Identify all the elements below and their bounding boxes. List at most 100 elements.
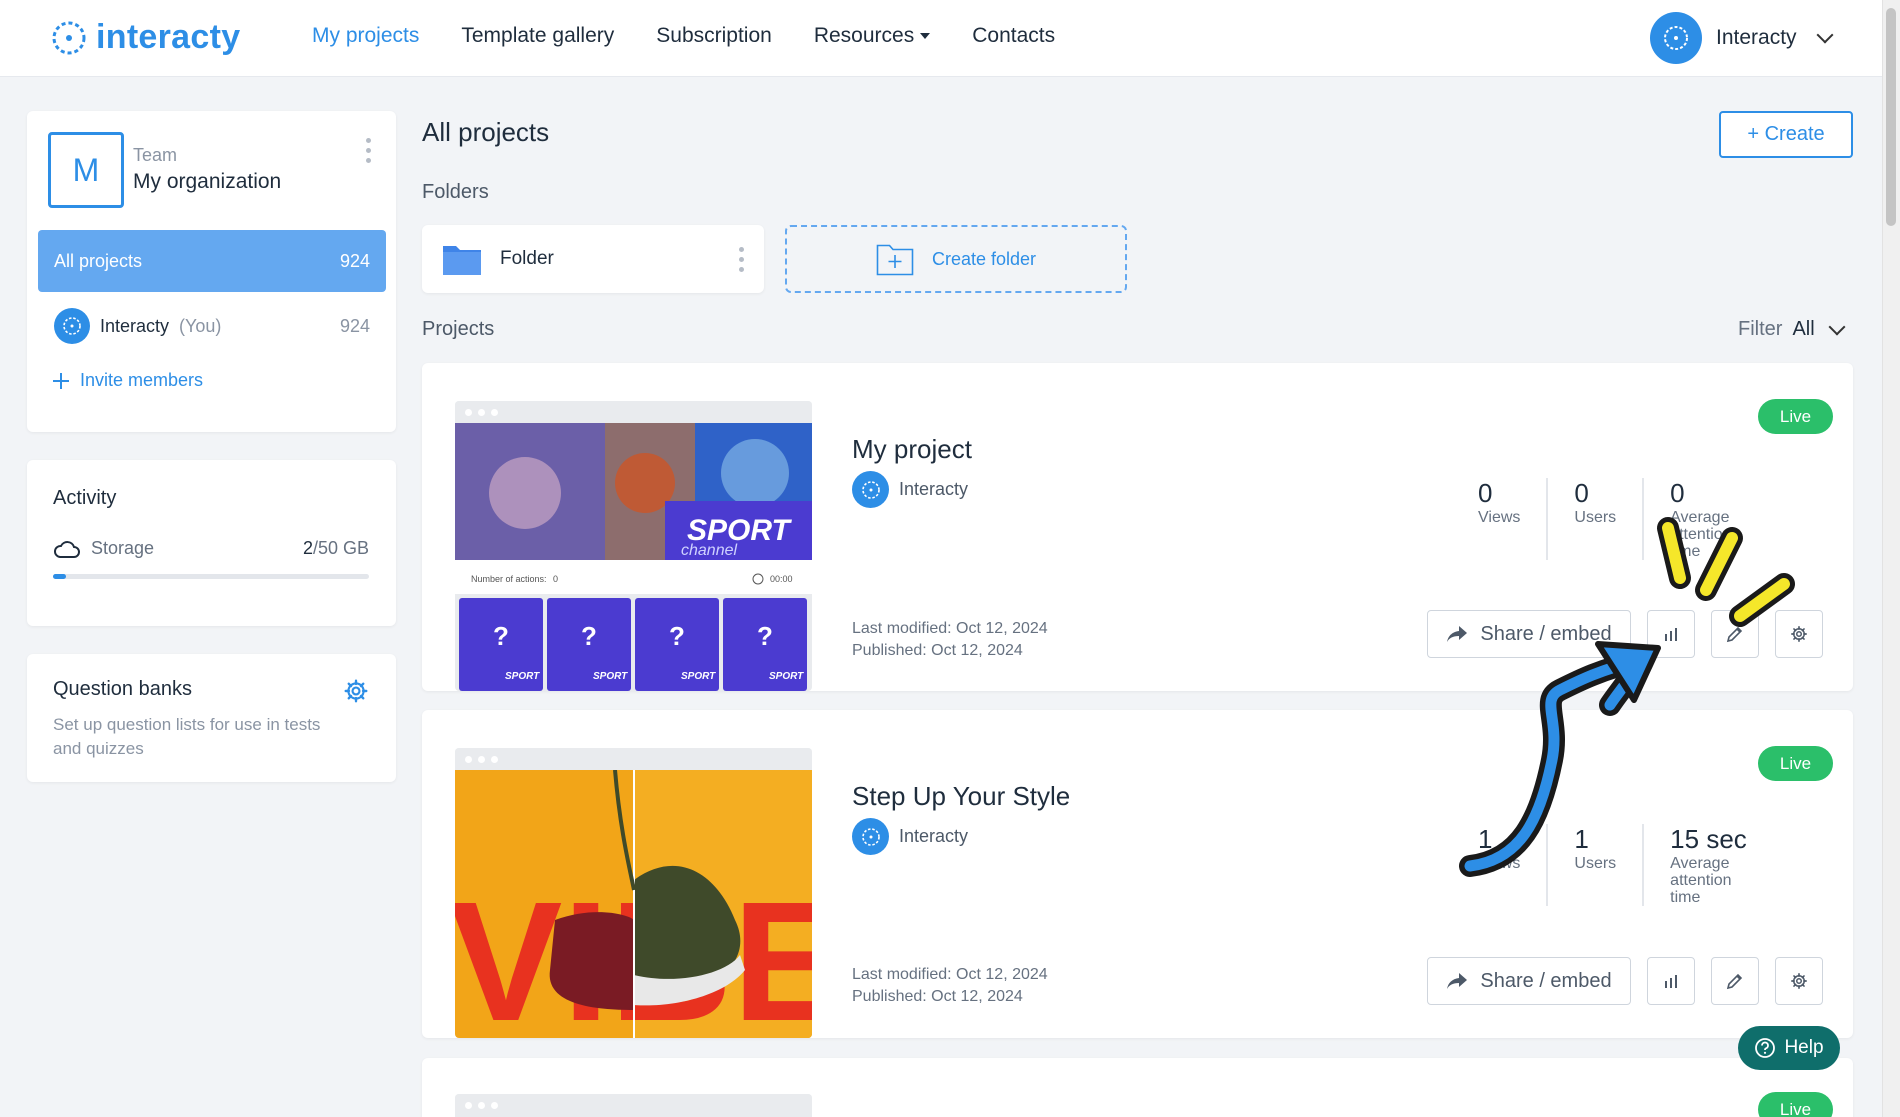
filter-dropdown[interactable]: Filter All [1738,318,1846,341]
thumb-actions-value: 0 [553,574,558,584]
folder-icon [443,246,481,275]
project-owner: Interacty [852,818,968,855]
stat-attention-time: 0 Average attention time [1642,478,1792,560]
stat-label: Average attention time [1670,855,1732,906]
top-header: interacty My projects Template gallery S… [0,0,1882,77]
status-badge: Live [1758,746,1833,781]
nav-my-projects[interactable]: My projects [312,24,419,48]
edit-button[interactable] [1711,610,1759,658]
share-embed-button[interactable]: Share / embed [1427,610,1631,658]
published-date: Published: Oct 12, 2024 [852,988,1023,1005]
question-banks-settings-button[interactable] [343,678,369,709]
avatar-logo-icon [1664,26,1688,50]
stat-users: 0 Users [1546,478,1642,560]
question-circle-icon [1755,1038,1776,1058]
stat-label: Views [1478,509,1521,526]
folder-more-icon[interactable] [739,246,744,272]
stat-attention-time: 15 sec Average attention time [1642,824,1792,906]
owner-avatar [852,818,889,855]
sidebar-item-member[interactable]: Interacty (You) 924 [54,308,370,344]
help-button[interactable]: Help [1738,1026,1840,1070]
invite-label: Invite members [80,370,204,390]
plus-icon [53,372,69,389]
question-banks-title: Question banks [53,678,192,700]
project-settings-button[interactable] [1775,957,1823,1005]
thumb-tiles: ? SPORT? SPORT? SPORT? SPORT [459,598,807,691]
team-name: My organization [133,170,282,193]
project-title[interactable]: My project [852,434,972,465]
nav-template-gallery[interactable]: Template gallery [461,24,614,48]
nav-resources[interactable]: Resources [814,24,931,48]
user-avatar [1650,12,1702,64]
storage-total: /50 GB [312,538,369,558]
sidebar-item-label: All projects [54,250,143,271]
filter-value: All [1792,318,1815,340]
thumbnail-window-bar [455,401,812,423]
share-embed-button[interactable]: Share / embed [1427,957,1631,1005]
statistics-button[interactable] [1647,610,1695,658]
gear-icon [344,679,368,703]
team-more-icon[interactable] [366,138,371,163]
nav-contacts[interactable]: Contacts [972,24,1055,48]
gear-icon [1791,973,1807,989]
scrollbar-thumb[interactable] [1886,8,1896,226]
sport-quiz-preview-image: SPORT channel Number of actions: 0 00:00… [455,423,812,691]
project-thumbnail[interactable]: SPORT channel Number of actions: 0 00:00… [455,401,812,691]
stat-value: 0 [1574,478,1589,508]
project-stats: 1 Views 1 Users 15 sec Average attention ti… [1452,824,1792,906]
storage-label: Storage [91,538,155,558]
stat-views: 1 Views [1452,824,1546,906]
share-arrow-icon [1447,626,1468,642]
project-thumbnail[interactable]: VIBE [455,748,812,1038]
last-modified: Last modified: Oct 12, 2024 [852,620,1048,637]
create-folder-label: Create folder [931,248,1037,269]
status-badge: Live [1758,399,1833,434]
caret-down-icon [920,33,931,40]
activity-title: Activity [53,487,117,509]
statistics-button[interactable] [1647,957,1695,1005]
project-dates: Last modified: Oct 12, 2024 Published: O… [852,618,1048,662]
user-name: Interacty [1716,26,1797,49]
project-owner: Interacty [852,471,968,508]
sidebar-item-all-projects[interactable]: All projects 924 [38,230,386,292]
project-actions: Share / embed [1427,610,1823,658]
member-count: 924 [339,315,370,336]
bar-chart-icon [1665,628,1677,641]
logo-text: interacty [96,18,241,56]
stat-value: 1 [1478,824,1493,854]
pencil-icon [1726,973,1743,990]
stat-label: Average attention time [1670,509,1732,560]
stat-value: 0 [1478,478,1493,508]
last-modified: Last modified: Oct 12, 2024 [852,966,1048,983]
folder-card[interactable]: Folder [422,225,764,293]
question-banks-description: Set up question lists for use in tests a… [53,715,321,758]
project-title[interactable]: Step Up Your Style [852,781,1070,812]
sidebar-item-count: 924 [339,250,370,271]
user-menu[interactable]: Interacty [1650,12,1834,64]
invite-members-link[interactable]: Invite members [52,370,203,391]
thumb-tile-question-mark: ? [757,621,773,651]
logo[interactable]: interacty [50,18,240,57]
thumbnail-window-bar [455,748,812,770]
project-thumbnail[interactable] [455,1094,812,1117]
member-avatar [54,308,90,344]
create-folder-button[interactable]: Create folder [785,225,1127,293]
nav-subscription[interactable]: Subscription [656,24,772,48]
stat-label: Views [1478,855,1521,872]
help-label: Help [1784,1037,1824,1058]
edit-button[interactable] [1711,957,1759,1005]
avatar-logo-icon [861,827,880,846]
project-settings-button[interactable] [1775,610,1823,658]
storage-row: Storage 2/50 GB [53,538,369,559]
filter-label: Filter [1738,318,1783,340]
avatar-logo-icon [861,480,880,499]
storage-progress-bar [53,574,369,579]
gear-icon [1791,626,1807,642]
create-button[interactable]: + Create [1719,111,1853,158]
stat-label: Users [1574,509,1617,526]
page-title: All projects [422,117,550,147]
share-label: Share / embed [1480,969,1612,992]
stat-value: 1 [1574,824,1589,854]
bar-chart-icon [1665,975,1677,988]
published-date: Published: Oct 12, 2024 [852,642,1023,659]
